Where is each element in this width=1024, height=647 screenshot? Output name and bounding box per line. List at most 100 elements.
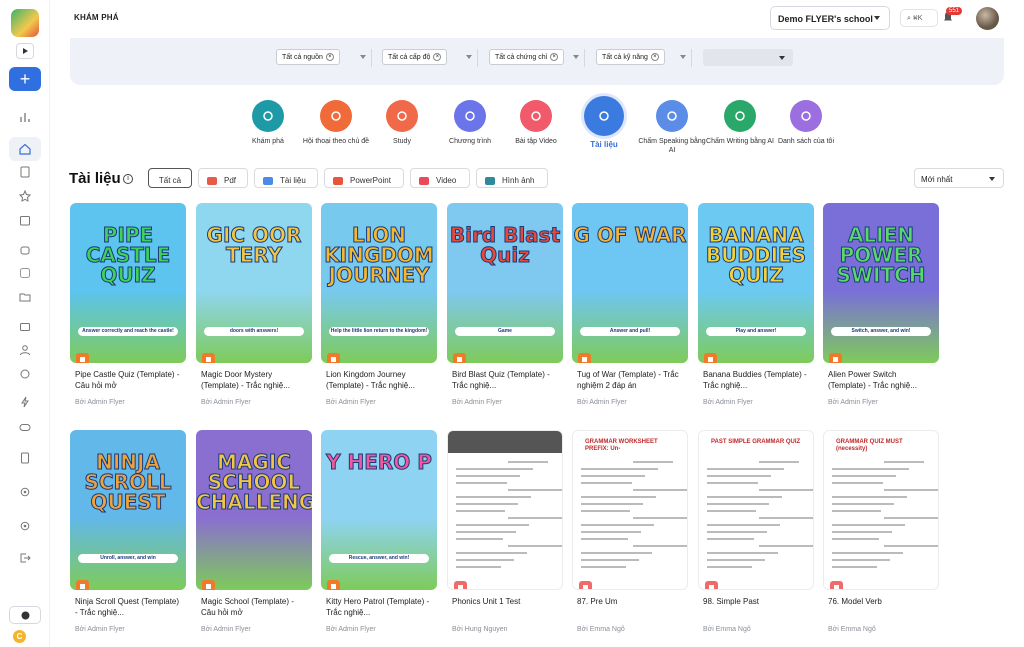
logout-icon[interactable]	[17, 550, 33, 566]
category-list[interactable]: Danh sách của tôi	[772, 100, 840, 146]
gamepad-icon[interactable]	[17, 419, 33, 435]
avatar[interactable]	[976, 7, 999, 30]
category-compass[interactable]: Khám phá	[234, 100, 302, 146]
document-text-line	[884, 489, 938, 491]
document-heading: GRAMMAR WORKSHEET PREFIX: Un-	[585, 439, 658, 452]
card-title[interactable]: Magic Door Mystery (Template) - Trắc ngh…	[201, 369, 309, 391]
category-pen[interactable]: Chấm Writing bằng AI	[706, 100, 774, 146]
card-thumbnail: GRAMMAR WORKSHEET PREFIX: Un-	[572, 430, 688, 590]
app-logo[interactable]	[11, 9, 39, 37]
close-icon[interactable]: ×	[650, 53, 659, 61]
lightning-icon[interactable]	[17, 394, 33, 410]
material-card[interactable]: Phonics Unit 1 Test Bởi Hung Nguyen	[447, 430, 563, 633]
create-button[interactable]: +	[9, 67, 41, 91]
category-video[interactable]: Bài tập Video	[502, 100, 570, 146]
folder-icon[interactable]	[17, 289, 33, 305]
tab-powerpoint[interactable]: PowerPoint	[324, 168, 404, 188]
school-selector[interactable]: Demo FLYER's school	[770, 6, 890, 30]
tab-document[interactable]: Tài liệu	[254, 168, 318, 188]
briefcase-icon[interactable]	[17, 318, 33, 334]
material-card[interactable]: GRAMMAR WORKSHEET PREFIX: Un- 87. Pre Um B…	[572, 430, 688, 633]
extra-filter-select[interactable]	[703, 49, 793, 66]
star-icon[interactable]	[17, 188, 33, 204]
coin-icon[interactable]: C	[13, 630, 26, 643]
card-title[interactable]: Kitty Hero Patrol (Template) - Trắc nghi…	[326, 596, 434, 618]
document-text-line	[581, 531, 641, 533]
document-icon[interactable]	[17, 164, 33, 180]
card-title[interactable]: Tug of War (Template) - Trắc nghiệm 2 đá…	[577, 369, 685, 391]
gear-icon[interactable]	[17, 484, 33, 500]
tab-all[interactable]: Tất cả	[148, 168, 192, 188]
card-title[interactable]: Phonics Unit 1 Test	[452, 596, 560, 618]
material-card[interactable]: BANANA BUDDIES QUIZ Play and answer! Banan…	[698, 203, 814, 406]
users-icon[interactable]	[17, 342, 33, 358]
tab-label: Pdf	[224, 176, 237, 185]
card-title[interactable]: 76. Model Verb	[828, 596, 936, 618]
material-card[interactable]: GRAMMAR QUIZ MUST (necessity) 76. Model V…	[823, 430, 939, 633]
cog-icon[interactable]	[17, 518, 33, 534]
material-card[interactable]: LION KINGDOM JOURNEY Help the little lion…	[321, 203, 437, 406]
calendar-icon[interactable]	[17, 212, 33, 228]
card-title[interactable]: Banana Buddies (Template) - Trắc nghiệ..…	[703, 369, 811, 391]
school-name: Demo FLYER's school	[778, 14, 873, 24]
pdf-icon	[207, 176, 217, 185]
info-icon[interactable]: i	[123, 174, 133, 184]
material-card[interactable]: Y HERO P Rescue, answer, and win! Kitty He…	[321, 430, 437, 633]
card-title[interactable]: Bird Blast Quiz (Template) - Trắc nghiệ.…	[452, 369, 560, 391]
card-title[interactable]: 87. Pre Um	[577, 596, 685, 618]
breadcrumb: KHÁM PHÁ	[74, 13, 119, 22]
skill-filter[interactable]: Tất cả kỹ năng ×	[596, 49, 692, 67]
thumbnail-tagline: Unroll, answer, and win	[78, 554, 178, 563]
close-icon[interactable]: ×	[550, 53, 559, 61]
tab-images[interactable]: Hình ảnh	[476, 168, 548, 188]
card-title[interactable]: Pipe Castle Quiz (Template) - Câu hỏi mở	[75, 369, 183, 391]
material-card[interactable]: GIC OOR TERY doors with answers! Magic Doo…	[196, 203, 312, 406]
level-filter[interactable]: Tất cả cấp độ ×	[382, 49, 478, 67]
category-word-doc[interactable]: Tài liệu	[570, 96, 638, 149]
thumbnail-tagline: Game	[455, 327, 555, 336]
chevron-down-icon	[466, 55, 472, 59]
material-card[interactable]: PIPE CASTLE QUIZ Answer correctly and rea…	[70, 203, 186, 406]
settings-icon[interactable]	[17, 366, 33, 382]
material-card[interactable]: ALIEN POWER SWITCH Switch, answer, and wi…	[823, 203, 939, 406]
material-card[interactable]: NINJA SCROLL QUEST Unroll, answer, and wi…	[70, 430, 186, 633]
source-filter[interactable]: Tất cả nguồn ×	[276, 49, 372, 67]
tab-label: PowerPoint	[350, 176, 391, 185]
card-title[interactable]: Alien Power Switch (Template) - Trắc ngh…	[828, 369, 936, 391]
sidebar-toggle-button[interactable]	[16, 43, 34, 59]
card-thumbnail: GRAMMAR QUIZ MUST (necessity)	[823, 430, 939, 590]
top-bar: KHÁM PHÁ Demo FLYER's school ⌕ ⌘K 551	[50, 0, 1024, 38]
tab-pdf[interactable]: Pdf	[198, 168, 248, 188]
file-icon[interactable]	[17, 450, 33, 466]
card-title[interactable]: Lion Kingdom Journey (Template) - Trắc n…	[326, 369, 434, 391]
certificate-filter[interactable]: Tất cả chứng chỉ ×	[489, 49, 585, 67]
category-document[interactable]: Chương trình	[436, 100, 504, 146]
search-shortcut-button[interactable]: ⌕ ⌘K	[900, 9, 938, 27]
document-text-line	[832, 531, 892, 533]
help-button[interactable]	[9, 606, 41, 624]
close-icon[interactable]: ×	[325, 53, 334, 61]
thumbnail-art-title: G OF WAR	[573, 223, 687, 247]
powerpoint-icon	[704, 353, 717, 363]
thumbnail-tagline: Answer and pull!	[580, 327, 680, 336]
category-phone[interactable]: Hội thoại theo chủ đề	[302, 100, 370, 146]
robot-icon[interactable]	[17, 242, 33, 258]
material-card[interactable]: G OF WAR Answer and pull! Tug of War (Temp…	[572, 203, 688, 406]
compass-icon	[252, 100, 284, 132]
card-title[interactable]: Ninja Scroll Quest (Template) - Trắc ngh…	[75, 596, 183, 618]
category-microphone[interactable]: Chấm Speaking bằng AI	[638, 100, 706, 155]
material-card[interactable]: PAST SIMPLE GRAMMAR QUIZ 98. Simple Past B…	[698, 430, 814, 633]
chart-icon[interactable]	[17, 109, 33, 125]
word-doc-icon	[263, 176, 273, 185]
chevron-down-icon	[680, 55, 686, 59]
sort-select[interactable]: Mới nhất	[914, 168, 1004, 188]
category-graduation-cap[interactable]: Study	[368, 100, 436, 146]
close-icon[interactable]: ×	[433, 53, 442, 61]
tab-label: Tất cả	[158, 176, 182, 185]
material-card[interactable]: MAGIC SCHOOL CHALLENGE Magic School (Temp…	[196, 430, 312, 633]
card-title[interactable]: 98. Simple Past	[703, 596, 811, 618]
tab-video[interactable]: Video	[410, 168, 470, 188]
card-title[interactable]: Magic School (Template) - Câu hỏi mở	[201, 596, 309, 618]
material-card[interactable]: Bird Blast Quiz Game Bird Blast Quiz (Temp…	[447, 203, 563, 406]
ai-icon[interactable]	[17, 265, 33, 281]
